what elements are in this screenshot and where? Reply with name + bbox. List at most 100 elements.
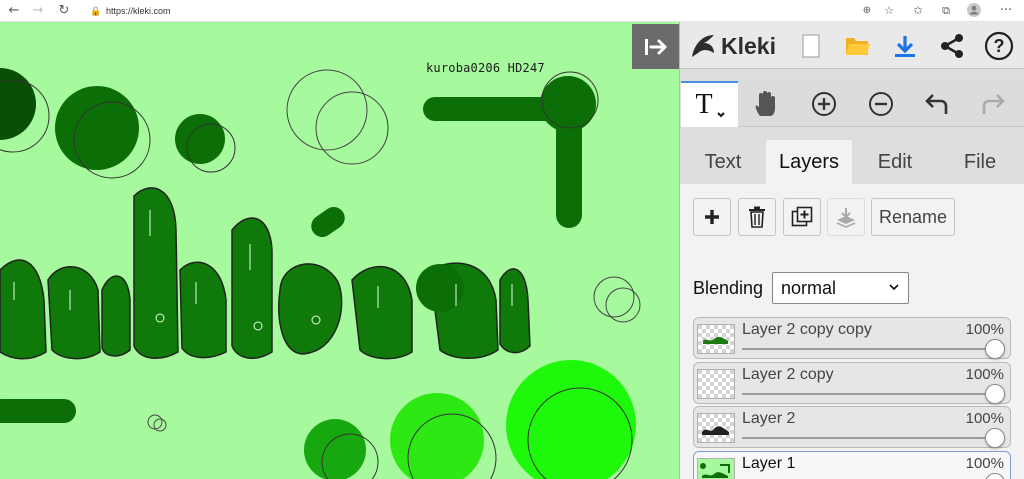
- tool-row: T: [680, 80, 1024, 127]
- canvas-shape: [390, 393, 484, 479]
- layer-opacity: 100%: [965, 410, 1004, 427]
- text-tool-button[interactable]: T: [681, 81, 738, 127]
- layer-item[interactable]: Layer 1 100%: [693, 451, 1011, 479]
- canvas-shape: [175, 114, 225, 164]
- canvas-shape: [304, 419, 366, 479]
- canvas-shape: [416, 264, 464, 312]
- canvas-shape: [153, 418, 167, 432]
- redo-icon: [982, 93, 1005, 114]
- folder-icon: [846, 37, 870, 55]
- tab-layers[interactable]: Layers: [766, 140, 852, 184]
- layer-item[interactable]: Layer 2 copy 100%: [693, 362, 1011, 404]
- opacity-slider-handle[interactable]: [985, 428, 1005, 448]
- favorite-add-icon[interactable]: ☆: [881, 3, 897, 19]
- open-file-button[interactable]: [836, 22, 880, 69]
- text-tool-icon: T: [695, 89, 725, 120]
- more-icon[interactable]: ···: [998, 3, 1014, 19]
- svg-text:T: T: [695, 89, 712, 120]
- layer-name: Layer 1: [742, 455, 796, 472]
- add-layer-button[interactable]: [693, 198, 731, 236]
- canvas-shape: [605, 287, 641, 323]
- canvas-shape: [55, 86, 139, 170]
- collapse-arrow-icon: [644, 38, 666, 55]
- hand-icon: [755, 90, 775, 116]
- layer-item[interactable]: Layer 2 copy copy 100%: [693, 317, 1011, 359]
- favorites-icon[interactable]: ✩: [910, 3, 926, 19]
- share-button[interactable]: [930, 22, 974, 69]
- merge-down-button[interactable]: [827, 198, 865, 236]
- help-icon: ?: [984, 31, 1014, 60]
- canvas-shape: [506, 360, 636, 479]
- rename-layer-button[interactable]: Rename: [871, 198, 955, 236]
- panel-tabs: Text Layers Edit File: [680, 138, 1024, 184]
- kleki-logo-icon: [692, 35, 714, 57]
- top-toolbar: Kleki ?: [680, 22, 1024, 69]
- layer-name: Layer 2: [742, 410, 796, 427]
- layer-thumbnail: [697, 458, 735, 479]
- zoom-out-button[interactable]: [856, 80, 906, 127]
- undo-button[interactable]: [912, 80, 962, 127]
- duplicate-layer-button[interactable]: [783, 198, 821, 236]
- layer-opacity: 100%: [965, 321, 1004, 338]
- save-button[interactable]: [883, 22, 927, 69]
- share-icon: [941, 33, 963, 58]
- opacity-slider-handle[interactable]: [985, 384, 1005, 404]
- blending-select[interactable]: normal: [772, 272, 909, 304]
- layer-thumbnail: [697, 369, 735, 399]
- lock-icon: 🔒: [90, 6, 102, 16]
- address-bar[interactable]: 🔒 https://kleki.com: [90, 3, 880, 19]
- download-icon: [895, 35, 915, 57]
- kleki-logo[interactable]: Kleki: [688, 31, 776, 61]
- redo-button[interactable]: [968, 80, 1018, 127]
- hand-tool-button[interactable]: [742, 80, 790, 127]
- layer-name: Layer 2 copy: [742, 366, 834, 383]
- forward-icon[interactable]: →: [30, 3, 46, 19]
- tab-edit[interactable]: Edit: [858, 140, 932, 184]
- collapse-panel-button[interactable]: [632, 24, 679, 69]
- side-panel: Kleki ? T Text Layers Edit File Rename B…: [679, 22, 1024, 479]
- opacity-slider-handle[interactable]: [985, 339, 1005, 359]
- zoom-out-icon: [869, 91, 893, 116]
- url-text: https://kleki.com: [106, 6, 171, 16]
- canvas-shape: [286, 69, 368, 151]
- reload-icon[interactable]: ↻: [56, 3, 72, 19]
- opacity-slider-track[interactable]: [742, 393, 994, 395]
- zoom-in-button[interactable]: [799, 80, 849, 127]
- chevron-down-icon: [888, 273, 900, 313]
- trash-icon: [749, 206, 765, 228]
- undo-icon: [925, 93, 948, 114]
- canvas-artwork: [0, 68, 641, 479]
- help-button[interactable]: ?: [977, 22, 1021, 69]
- layer-name: Layer 2 copy copy: [742, 321, 872, 338]
- canvas-shape: [540, 76, 596, 132]
- opacity-slider-track[interactable]: [742, 437, 994, 439]
- duplicate-icon: [791, 206, 813, 227]
- layer-opacity: 100%: [965, 366, 1004, 383]
- collections-icon[interactable]: ⧉: [938, 3, 954, 19]
- profile-icon[interactable]: [966, 3, 982, 19]
- zoom-in-icon: [812, 91, 836, 116]
- layers-panel: Rename Blending normal Layer 2 copy copy…: [680, 184, 1024, 479]
- tab-file[interactable]: File: [942, 140, 1018, 184]
- signature-text: kuroba0206 HD247: [426, 61, 545, 75]
- canvas-shape: [0, 399, 76, 423]
- canvas-shape: [593, 276, 635, 318]
- plus-icon: [705, 210, 719, 224]
- back-icon[interactable]: ←: [6, 3, 22, 19]
- opacity-slider-handle[interactable]: [985, 473, 1005, 479]
- layer-item[interactable]: Layer 2 100%: [693, 406, 1011, 448]
- delete-layer-button[interactable]: [738, 198, 776, 236]
- canvas-shape: [315, 91, 389, 165]
- new-file-icon: [802, 34, 820, 57]
- zoom-icon[interactable]: ⊕: [859, 3, 875, 19]
- canvas-shape: [0, 68, 36, 140]
- opacity-slider-track[interactable]: [742, 348, 994, 350]
- layer-opacity: 100%: [965, 455, 1004, 472]
- browser-toolbar: ← → ↻ 🔒 https://kleki.com ⊕ ☆ ✩ ⧉ ···: [0, 0, 1024, 22]
- blending-value: normal: [781, 278, 837, 298]
- tab-text[interactable]: Text: [686, 140, 760, 184]
- canvas-shape: [311, 206, 345, 238]
- new-file-button[interactable]: [788, 22, 834, 69]
- drawing-canvas[interactable]: kuroba0206 HD247: [0, 22, 679, 479]
- logo-text: Kleki: [721, 32, 776, 59]
